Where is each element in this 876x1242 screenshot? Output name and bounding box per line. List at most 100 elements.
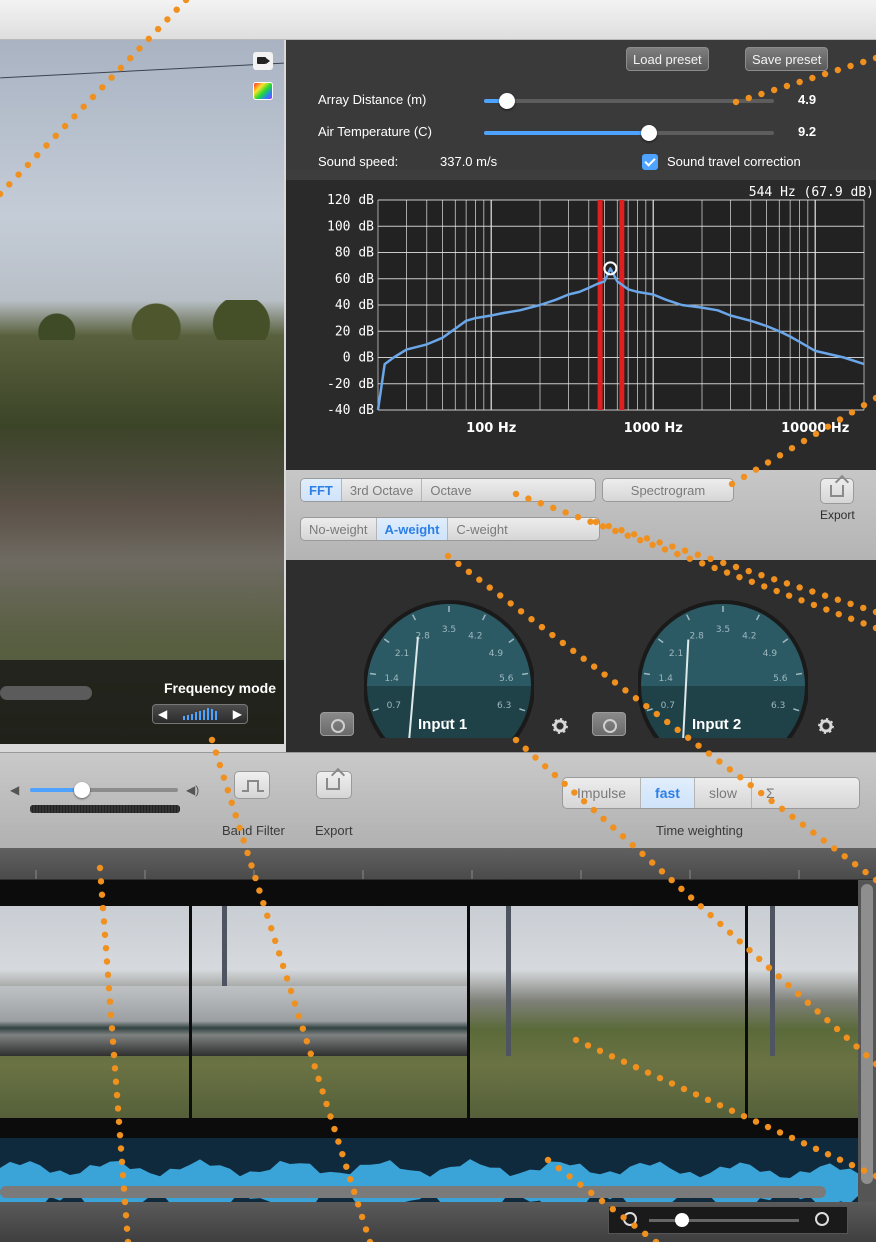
- array-distance-knob[interactable]: [499, 93, 516, 109]
- input-2-zoom-button[interactable]: [592, 712, 626, 736]
- gauge-tick: [369, 672, 377, 676]
- weight-no-weight[interactable]: No-weight: [301, 518, 377, 540]
- tab-octave[interactable]: Octave: [422, 479, 479, 501]
- gauge-scale-label: 6.3: [497, 701, 511, 711]
- time-ruler[interactable]: [0, 848, 876, 880]
- highlight-band-line: [619, 200, 625, 410]
- spectrogram-button[interactable]: Spectrogram: [602, 478, 734, 502]
- share-icon: [326, 778, 340, 790]
- zoom-out-icon[interactable]: [623, 1212, 637, 1226]
- x-tick-label: 100 Hz: [466, 421, 516, 436]
- catenary-pole: [770, 906, 775, 1056]
- frequency-bar: [191, 714, 193, 720]
- frequency-mode-label: Frequency mode: [163, 680, 276, 696]
- frequency-bar: [203, 710, 205, 720]
- input-1-zoom-button[interactable]: [320, 712, 354, 736]
- y-tick-label: 0 dB: [343, 351, 374, 366]
- y-tick-label: 100 dB: [327, 219, 374, 234]
- gauge-scale-label: 2.1: [669, 649, 683, 659]
- gauge-scale-label: 2.1: [395, 649, 409, 659]
- time-weight-impulse[interactable]: Impulse: [563, 778, 642, 808]
- band-filter-icon: [242, 780, 264, 792]
- weight-c-weight[interactable]: C-weight: [448, 518, 515, 540]
- input-2-settings-gear-icon[interactable]: [818, 718, 834, 734]
- air-temperature-knob[interactable]: [641, 125, 658, 141]
- frequency-bar: [199, 711, 201, 720]
- color-map-icon[interactable]: [253, 82, 273, 100]
- volume-low-icon: ◀: [10, 783, 20, 797]
- filmstrip-bottom-border: [0, 1118, 858, 1138]
- catenary-pole: [506, 906, 511, 1056]
- peak-annotation: 544 Hz (67.9 dB): [749, 185, 874, 200]
- volume-knob[interactable]: [73, 782, 90, 798]
- air-temperature-value: 9.2: [798, 124, 817, 139]
- playback-toolbar: ◀ ◀) Band Filter Export Impulse fast slow Σ…: [0, 752, 876, 848]
- zoom-control: [608, 1206, 848, 1234]
- gauge-scale-label: 0.7: [661, 701, 675, 711]
- spectrum-chart[interactable]: 120 dB 100 dB 80 dB 60 dB 40 dB 20 dB 0 dB -20 …: [286, 180, 876, 470]
- share-icon: [830, 485, 844, 497]
- export-spectrum-button[interactable]: [820, 478, 854, 504]
- gauge-scale-label: 5.6: [499, 674, 514, 684]
- y-tick-label: -20 dB: [327, 377, 374, 392]
- export-audio-button[interactable]: [316, 771, 352, 799]
- time-weight-slow[interactable]: slow: [695, 778, 752, 808]
- video-thumbnail[interactable]: [192, 906, 470, 1118]
- chevron-left-icon[interactable]: ◀: [158, 707, 167, 721]
- video-preview[interactable]: Frequency mode ◀ ▶: [0, 40, 284, 744]
- band-filter-label: Band Filter: [222, 823, 285, 838]
- array-distance-slider[interactable]: [484, 99, 774, 103]
- filmstrip-top-border: [0, 880, 858, 906]
- spectrogram-label: Spectrogram: [630, 482, 706, 498]
- input-2-label: Input 2: [692, 716, 742, 733]
- zoom-in-icon[interactable]: [815, 1212, 829, 1226]
- frequency-slider[interactable]: [0, 686, 92, 700]
- y-tick-label: 120 dB: [327, 193, 374, 208]
- zoom-knob[interactable]: [675, 1213, 689, 1227]
- vertical-scrollbar[interactable]: [861, 884, 873, 1184]
- sound-speed-value: 337.0 m/s: [440, 154, 498, 169]
- video-thumbnail[interactable]: [748, 906, 858, 1118]
- array-distance-value: 4.9: [798, 92, 817, 107]
- sound-speed-label: Sound speed:: [318, 154, 399, 169]
- frequency-bar: [211, 709, 213, 720]
- tab-fft[interactable]: FFT: [301, 479, 342, 501]
- time-weighting-selector[interactable]: Impulse fast slow Σ: [562, 777, 860, 809]
- sound-travel-correction-checkbox[interactable]: [642, 154, 658, 170]
- gauge-scale-label: 4.9: [763, 649, 778, 659]
- gauge-scale-label: 3.5: [716, 625, 730, 635]
- gauge-tick: [521, 672, 529, 676]
- band-filter-button[interactable]: [234, 771, 270, 799]
- chevron-right-icon[interactable]: ▶: [233, 707, 242, 721]
- weighting-selector[interactable]: No-weight A-weight C-weight: [300, 517, 600, 541]
- zoom-slider[interactable]: [649, 1219, 799, 1222]
- timeline[interactable]: [0, 848, 876, 1242]
- y-tick-label: 60 dB: [335, 272, 374, 287]
- spectrum-mode-selector[interactable]: FFT 3rd Octave Octave: [300, 478, 596, 502]
- frequency-bars-icon: [183, 708, 217, 720]
- x-tick-label: 10000 Hz: [781, 421, 849, 436]
- y-tick-label: 80 dB: [335, 246, 374, 261]
- frequency-bar: [195, 712, 197, 720]
- tab-3rd-octave[interactable]: 3rd Octave: [342, 479, 423, 501]
- gauge-tick: [795, 672, 803, 676]
- save-preset-button[interactable]: Save preset: [745, 47, 829, 71]
- gauge-scale-label: 6.3: [771, 701, 785, 711]
- gauge-scale-label: 4.2: [468, 631, 482, 641]
- gauge-scale-label: 1.4: [385, 674, 400, 684]
- input-1-settings-gear-icon[interactable]: [552, 718, 568, 734]
- window-top-strip: [0, 0, 876, 40]
- time-weighting-label: Time weighting: [656, 823, 743, 838]
- video-thumbnail[interactable]: [470, 906, 748, 1118]
- time-weight-sum[interactable]: Σ: [752, 778, 789, 808]
- time-weight-fast[interactable]: fast: [641, 778, 695, 808]
- gauge-scale-label: 4.9: [489, 649, 504, 659]
- horizontal-scrollbar[interactable]: [0, 1186, 826, 1198]
- treeline: [0, 300, 284, 340]
- video-camera-icon[interactable]: [253, 52, 273, 70]
- frequency-mode-selector[interactable]: ◀ ▶: [152, 704, 248, 724]
- volume-high-icon: ◀): [186, 783, 200, 797]
- load-preset-button[interactable]: Load preset: [626, 47, 709, 71]
- weight-a-weight[interactable]: A-weight: [376, 518, 449, 540]
- video-thumbnail[interactable]: [0, 906, 192, 1118]
